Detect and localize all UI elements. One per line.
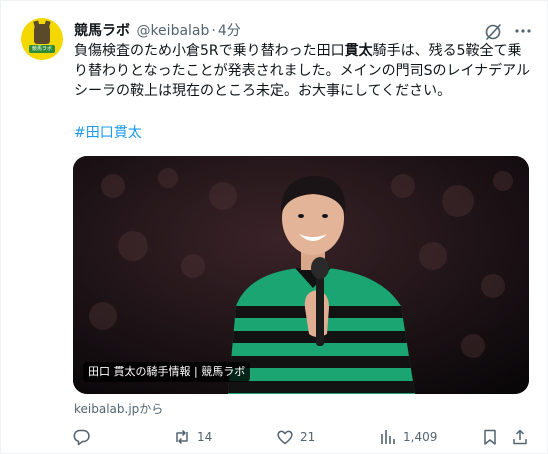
handle[interactable]: @keibalab [136, 23, 209, 39]
retweet-icon [176, 429, 188, 445]
reply-button[interactable] [73, 425, 97, 449]
like-count: 21 [300, 430, 316, 444]
avatar[interactable]: 競馬ラボ [21, 18, 63, 60]
card-source[interactable]: keibalab.jpから [74, 401, 163, 417]
hashtag-link[interactable]: #田口貫太 [74, 123, 142, 143]
share-button[interactable] [511, 425, 529, 449]
like-icon [277, 430, 293, 445]
tweet-header: 競馬ラボ @keibalab · 4分 [74, 21, 241, 41]
views-icon [381, 430, 395, 444]
link-card[interactable]: 田口 貫太の騎手情報 | 競馬ラボ [73, 156, 529, 394]
retweet-button[interactable]: 14 [173, 425, 212, 449]
retweet-count: 14 [197, 430, 213, 444]
separator: · [211, 23, 216, 39]
like-button[interactable]: 21 [276, 425, 315, 449]
action-bar: 14 21 1,409 [1, 425, 548, 449]
tweet-text-bold: 貫太 [344, 43, 373, 59]
timestamp[interactable]: 4分 [218, 23, 241, 39]
card-title-overlay[interactable]: 田口 貫太の騎手情報 | 競馬ラボ [83, 362, 251, 382]
bookmark-icon [484, 429, 496, 445]
share-icon [513, 429, 527, 445]
grok-icon[interactable] [484, 23, 502, 41]
views-button[interactable]: 1,409 [379, 425, 437, 449]
avatar-logo-text: 競馬ラボ [29, 45, 55, 53]
tweet-text-part1: 負傷検査のため小倉5Rで乗り替わった田口 [74, 43, 345, 59]
tweet[interactable]: 競馬ラボ 競馬ラボ @keibalab · 4分 負傷検査のため小倉5Rで乗り替わっ… [0, 0, 548, 454]
bookmark-button[interactable] [481, 425, 499, 449]
horse-icon [34, 24, 50, 44]
more-icon[interactable] [515, 27, 531, 35]
views-count: 1,409 [403, 430, 438, 444]
card-image [73, 156, 529, 394]
reply-icon [73, 429, 90, 446]
display-name[interactable]: 競馬ラボ [74, 23, 130, 39]
tweet-text: 負傷検査のため小倉5Rで乗り替わった田口貫太騎手は、残る5鞍全て乗り替わりとなっ… [74, 41, 534, 101]
